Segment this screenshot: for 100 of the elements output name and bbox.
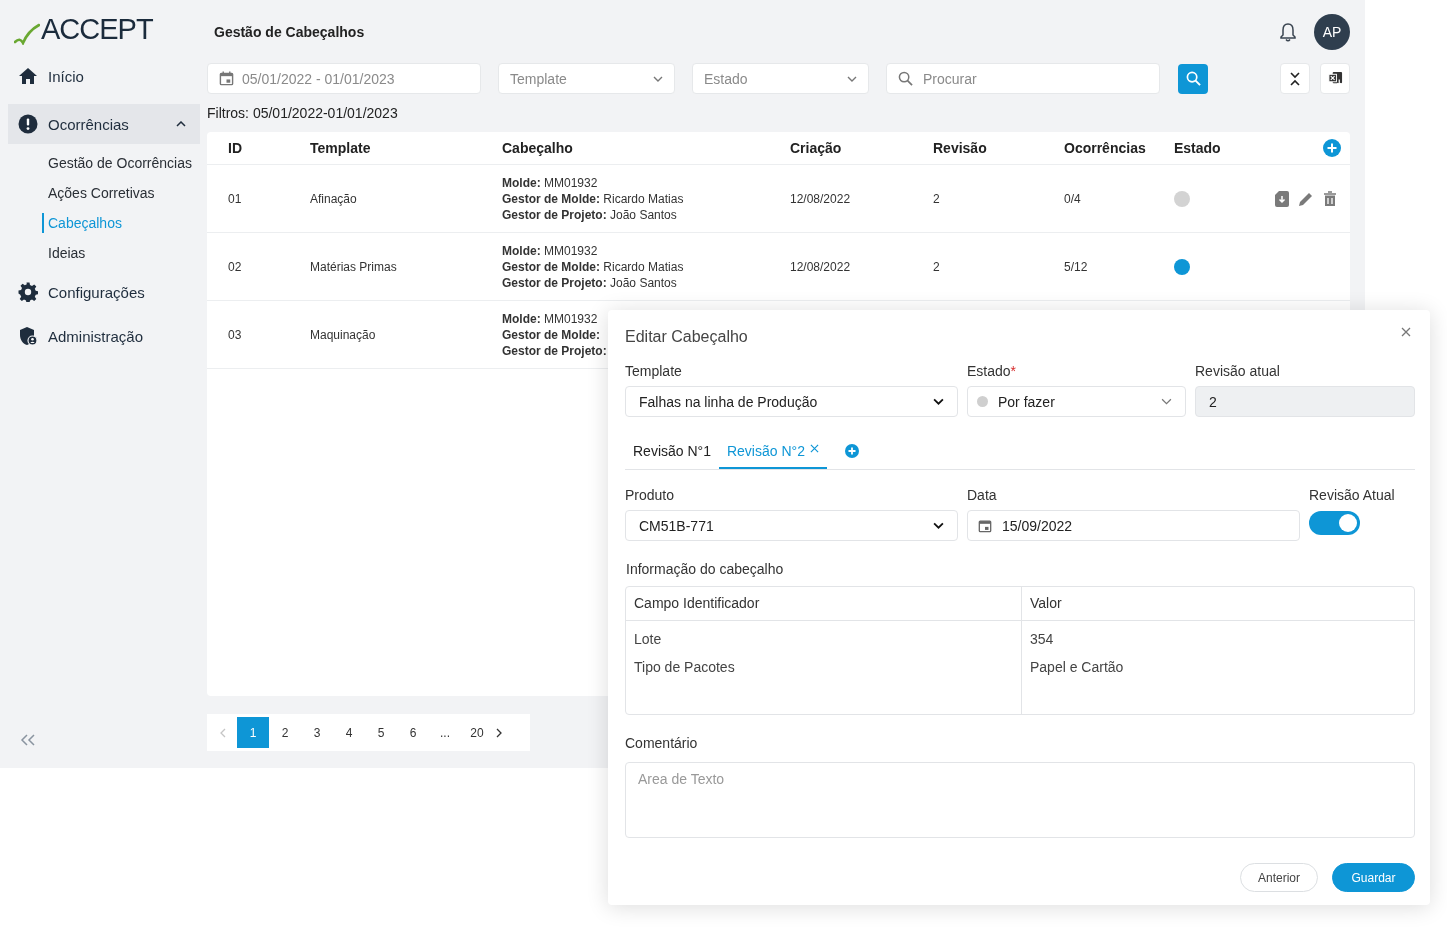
table-cell: Papel e Cartão — [1030, 658, 1124, 676]
table-cell-text: 12/08/2022 — [790, 191, 852, 206]
page-button[interactable]: 5 — [365, 717, 397, 748]
check-swoosh-icon — [14, 23, 40, 45]
close-tab-icon[interactable] — [809, 444, 819, 453]
table-cell-text: 12/08/2022 — [790, 259, 852, 274]
close-icon[interactable] — [1401, 327, 1411, 337]
column-header: Ocorrências — [1064, 140, 1146, 156]
header-line: Gestor de Projeto: João Santos — [502, 274, 677, 291]
nav-item[interactable]: Administração — [8, 316, 200, 356]
filters-summary: Filtros: 05/01/2022-01/01/2023 — [207, 105, 399, 123]
table-cell: Tipo de Pacotes — [634, 658, 735, 676]
excel-export-button[interactable] — [1320, 63, 1350, 94]
product-select[interactable]: CM51B-771 — [625, 510, 958, 541]
chevron-icon — [176, 121, 186, 127]
field-label: Revisão atual — [1195, 363, 1281, 379]
column-header: Campo Identificador — [633, 594, 761, 613]
page-title: Gestão de Cabeçalhos — [213, 23, 366, 40]
table-cell-text: 02 — [228, 259, 243, 274]
column-header: ID — [228, 140, 242, 156]
search-field[interactable]: Procurar — [886, 63, 1160, 94]
collapse-rows-button[interactable] — [1280, 63, 1310, 94]
table-cell-text: 2 — [933, 259, 941, 274]
pencil-icon[interactable] — [1298, 190, 1314, 207]
header-line: Molde: MM01932 — [502, 242, 598, 259]
nav-subitem[interactable]: Ações Corretivas — [0, 178, 155, 208]
required-mark: * — [1010, 363, 1017, 379]
search-icon — [1185, 71, 1201, 86]
collapse-sidebar-icon[interactable] — [20, 734, 36, 746]
collapse-arrows-icon — [1290, 71, 1300, 86]
table-cell-text: Afinação — [310, 191, 358, 206]
chevron-down-icon — [1161, 398, 1172, 405]
alert-icon — [18, 114, 38, 134]
nav-subitem[interactable]: Ideias — [0, 238, 86, 268]
nav-item[interactable]: Início — [8, 56, 200, 96]
section-title: Informação do cabeçalho — [626, 561, 785, 577]
template-dropdown[interactable]: Template — [498, 63, 675, 94]
nav-subitem[interactable]: Gestão de Ocorrências — [0, 148, 192, 178]
field-label: Produto — [625, 487, 676, 503]
search-button[interactable] — [1178, 63, 1208, 94]
page-button[interactable]: 2 — [269, 717, 301, 748]
table-cell-text: 01 — [228, 191, 243, 206]
field-label: Revisão Atual — [1309, 487, 1396, 503]
table-cell: Lote — [634, 630, 662, 648]
header-line: Molde: MM01932 — [502, 174, 598, 191]
toggle-switch[interactable] — [1309, 511, 1360, 535]
table-cell-text: Matérias Primas — [310, 259, 398, 274]
shield-user-icon — [18, 326, 38, 346]
add-icon[interactable] — [1323, 139, 1341, 157]
trash-icon[interactable] — [1322, 190, 1338, 207]
home-icon — [18, 66, 38, 86]
column-header: Estado — [1174, 140, 1221, 156]
column-header: Cabeçalho — [502, 140, 573, 156]
excel-icon — [1327, 71, 1343, 86]
page-button[interactable]: 6 — [397, 717, 429, 748]
header-line: Gestor de Molde: Ricardo Matias — [502, 258, 684, 275]
add-tab-icon[interactable] — [844, 443, 859, 458]
page-button[interactable]: 4 — [333, 717, 365, 748]
gear-icon — [18, 282, 38, 302]
dialog-title: Editar Cabeçalho — [625, 328, 748, 346]
next-page-icon[interactable] — [496, 727, 502, 738]
column-header: Valor — [1021, 587, 1414, 620]
column-header: Criação — [790, 140, 842, 156]
header-line: Gestor de Projeto: João Santos — [502, 206, 677, 223]
table-cell-text: 0/4 — [1064, 191, 1082, 206]
date-range-field[interactable]: 05/01/2022 - 01/01/2023 — [207, 63, 481, 94]
estado-select[interactable]: Por fazer — [967, 386, 1186, 417]
field-label: Estado — [967, 363, 1011, 379]
table-cell-text: Maquinação — [310, 327, 377, 342]
dialog-button[interactable]: Anterior — [1239, 863, 1318, 892]
estado-dropdown[interactable]: Estado — [692, 63, 869, 94]
revision-tab[interactable]: Revisão N°1 — [625, 434, 719, 469]
page-button[interactable]: 20 — [461, 717, 493, 748]
download-file-icon[interactable] — [1274, 190, 1290, 207]
user-avatar[interactable]: AP — [1314, 13, 1350, 50]
field-label: Template — [625, 363, 683, 379]
field-label: Data — [967, 487, 998, 503]
calendar-icon — [219, 71, 234, 86]
template-select[interactable]: Falhas na linha de Produção — [625, 386, 958, 417]
page-button[interactable]: ... — [429, 717, 461, 748]
header-line: Gestor de Molde: Ricardo Matias — [502, 190, 684, 207]
header-line: Gestor de Molde: — [502, 326, 600, 343]
nav-item[interactable]: Configurações — [8, 272, 200, 312]
chevron-down-icon — [847, 75, 857, 82]
field-label: Comentário — [625, 735, 699, 751]
search-input[interactable]: Procurar — [921, 69, 1148, 88]
search-icon — [898, 71, 913, 86]
chevron-down-icon — [653, 75, 663, 82]
column-header: Revisão — [933, 140, 987, 156]
page-button[interactable]: 3 — [301, 717, 333, 748]
nav-item[interactable]: Ocorrências — [8, 104, 200, 144]
calendar-icon — [978, 518, 992, 533]
logo-text: ACCEPT — [41, 12, 153, 46]
table-cell-text: 2 — [933, 191, 941, 206]
table-cell: 354 — [1030, 630, 1054, 648]
table-cell-text: 5/12 — [1064, 259, 1089, 274]
header-line: Gestor de Projeto: — [502, 342, 607, 359]
comment-textarea[interactable]: Area de Texto — [625, 762, 1415, 838]
bell-icon[interactable] — [1279, 21, 1297, 42]
date-field[interactable]: 15/09/2022 — [967, 510, 1300, 541]
